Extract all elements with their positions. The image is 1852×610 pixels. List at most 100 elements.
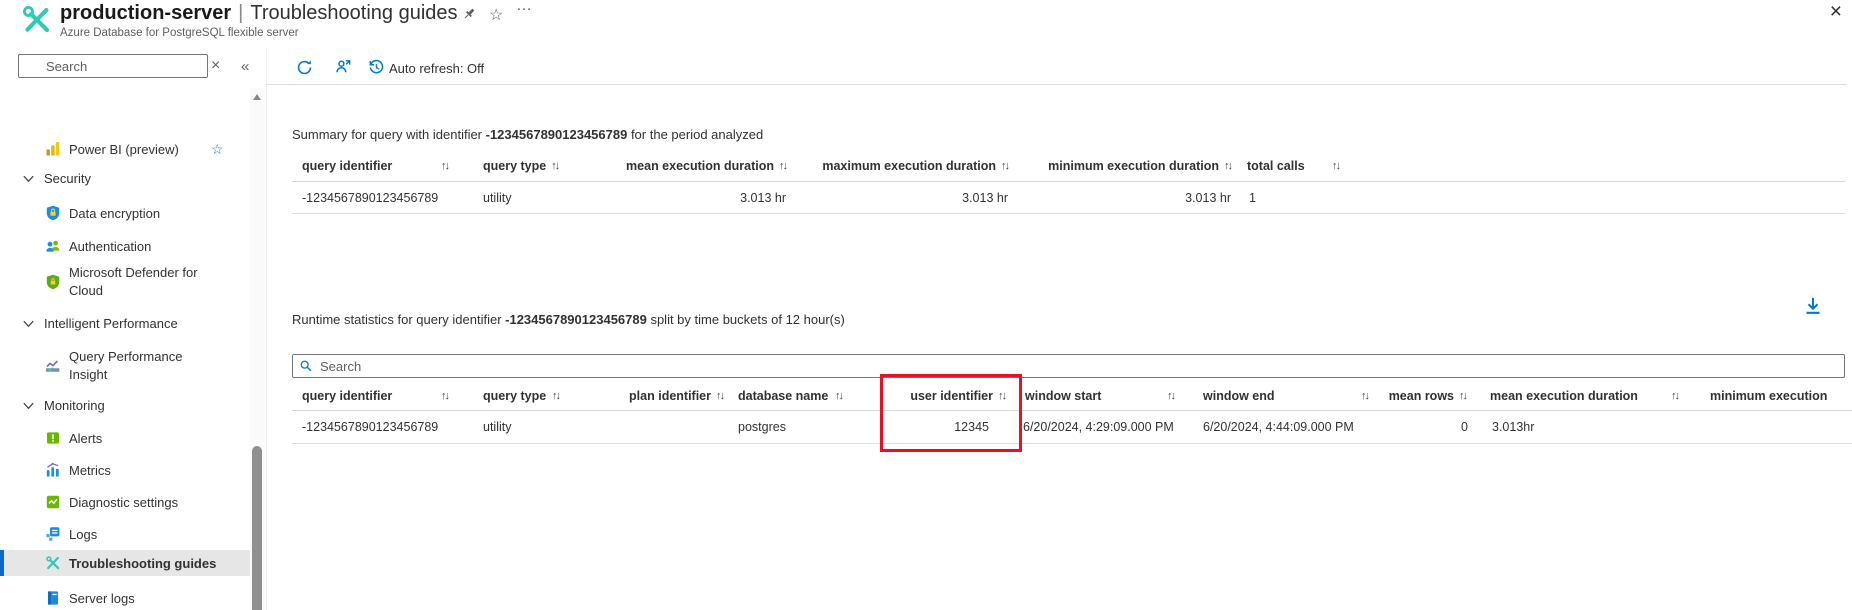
column-header-user-identifier[interactable]: user identifier ↑↓: [860, 382, 1015, 410]
close-icon[interactable]: ×: [1830, 1, 1842, 22]
diagnostic-icon: [45, 494, 61, 510]
pin-icon[interactable]: [461, 6, 477, 26]
column-header-window-start[interactable]: window start ↑↓: [1015, 382, 1190, 410]
sidebar-item-security[interactable]: Security: [0, 165, 250, 191]
column-header-plan-identifier[interactable]: plan identifier ↑↓: [570, 382, 730, 410]
sort-icon[interactable]: ↑↓: [441, 390, 450, 402]
search-icon: [300, 360, 312, 372]
table-header-row: query identifier ↑↓ query type ↑↓ plan ident…: [292, 382, 1852, 411]
clear-search-icon[interactable]: ×: [211, 57, 220, 75]
sort-icon[interactable]: ↑↓: [1001, 160, 1010, 172]
alerts-icon: [45, 430, 61, 446]
ellipsis-icon[interactable]: …: [516, 0, 533, 15]
column-header-label: mean rows: [1388, 389, 1454, 403]
sidebar-item-intelligent-performance[interactable]: Intelligent Performance: [0, 310, 250, 336]
sidebar-item-diagnostic-settings[interactable]: Diagnostic settings: [0, 489, 250, 515]
column-header-label: query identifier: [302, 158, 393, 173]
sort-icon[interactable]: ↑↓: [779, 160, 788, 172]
column-header-minimum-execution[interactable]: minimum execution: [1690, 382, 1852, 410]
column-header-maximum-execution-duration[interactable]: maximum execution duration ↑↓: [792, 150, 1014, 181]
column-header-mean-execution-duration[interactable]: mean execution duration ↑↓: [564, 150, 792, 181]
favorite-star-icon[interactable]: ☆: [211, 141, 224, 158]
sidebar-item-query-performance-insight[interactable]: Query Performance Insight: [0, 346, 250, 386]
column-header-label: minimum execution: [1710, 389, 1828, 403]
sidebar-item-label: Server logs: [69, 590, 135, 606]
column-header-label: query identifier: [302, 389, 393, 403]
sidebar-item-microsoft-defender-for-cloud[interactable]: Microsoft Defender for Cloud: [0, 262, 250, 302]
column-header-label: query type: [483, 158, 547, 173]
sidebar-item-monitoring[interactable]: Monitoring: [0, 392, 250, 418]
column-header-query-identifier[interactable]: query identifier ↑↓: [292, 150, 468, 181]
column-header-minimum-execution-duration[interactable]: minimum execution duration ↑↓: [1014, 150, 1237, 181]
column-header-label: window end: [1203, 389, 1275, 403]
scrollbar-thumb[interactable]: [252, 446, 262, 610]
sort-icon[interactable]: ↑↓: [998, 390, 1007, 402]
cell-query-type: utility: [483, 420, 512, 434]
column-header-label: minimum execution duration: [1048, 158, 1219, 173]
cell-total-calls: 1: [1249, 190, 1256, 205]
sidebar-item-metrics[interactable]: Metrics: [0, 457, 250, 483]
sidebar-group-label: Monitoring: [44, 397, 105, 413]
sidebar-item-data-encryption[interactable]: Data encryption: [0, 200, 250, 226]
sidebar-search-input[interactable]: [18, 54, 208, 78]
resource-menu-sidebar: × « Power BI (preview) ☆ Security Data encr…: [0, 47, 267, 610]
blade-name: Troubleshooting guides: [250, 2, 458, 24]
blade-content: Auto refresh: Off Summary for query with…: [267, 45, 1852, 610]
sidebar-menu: Power BI (preview) ☆ Security Data encrypti…: [0, 88, 250, 610]
column-header-mean-rows[interactable]: mean rows ↑↓: [1380, 382, 1470, 410]
column-header-query-type[interactable]: query type ↑↓: [468, 150, 564, 181]
sort-icon[interactable]: ↑↓: [552, 390, 561, 402]
page-title: production-server | Troubleshooting guides: [60, 2, 458, 24]
sort-icon[interactable]: ↑↓: [716, 390, 725, 402]
feedback-icon[interactable]: [335, 58, 352, 75]
collapse-menu-icon[interactable]: «: [241, 58, 249, 75]
chevron-down-icon[interactable]: [22, 317, 35, 330]
sidebar-item-label: Alerts: [69, 430, 103, 446]
cell-query-identifier: -1234567890123456789: [302, 190, 439, 205]
query-identifier-value: -1234567890123456789: [485, 127, 628, 142]
logs-icon: [45, 526, 61, 542]
sidebar-item-logs[interactable]: Logs: [0, 521, 250, 547]
troubleshooting-icon: [45, 555, 61, 571]
scroll-up-icon[interactable]: [253, 94, 261, 100]
table-row[interactable]: -1234567890123456789 utility postgres 12345…: [292, 411, 1852, 444]
sidebar-item-authentication[interactable]: Authentication: [0, 233, 250, 259]
sidebar-scrollbar[interactable]: [250, 88, 265, 610]
chevron-down-icon[interactable]: [22, 172, 35, 185]
sort-icon[interactable]: ↑↓: [1167, 390, 1176, 402]
sort-icon[interactable]: ↑↓: [1459, 390, 1468, 402]
sidebar-item-label: Logs: [69, 526, 98, 542]
qpi-icon: [45, 358, 61, 374]
sort-icon[interactable]: ↑↓: [835, 390, 844, 402]
sidebar-item-server-logs[interactable]: Server logs: [0, 585, 250, 610]
data-encryption-icon: [45, 205, 61, 221]
table-row[interactable]: -1234567890123456789 utility 3.013 hr 3.013…: [292, 182, 1845, 214]
resource-type-subtitle: Azure Database for PostgreSQL flexible s…: [60, 27, 299, 39]
column-header-mean-execution-duration[interactable]: mean execution duration ↑↓: [1470, 382, 1690, 410]
sort-icon[interactable]: ↑↓: [441, 160, 450, 172]
download-icon[interactable]: [1803, 296, 1823, 316]
column-header-query-type[interactable]: query type ↑↓: [468, 382, 570, 410]
sidebar-item-label: Power BI (preview): [69, 141, 179, 157]
sort-icon[interactable]: ↑↓: [1224, 160, 1233, 172]
cell-maximum-execution-duration: 3.013 hr: [962, 190, 1008, 205]
column-header-query-identifier[interactable]: query identifier ↑↓: [292, 382, 468, 410]
column-header-total-calls[interactable]: total calls ↑↓: [1237, 150, 1347, 181]
sort-icon[interactable]: ↑↓: [1361, 390, 1370, 402]
sidebar-item-troubleshooting-guides[interactable]: Troubleshooting guides: [0, 550, 250, 576]
powerbi-icon: [45, 141, 61, 157]
runtime-table-search-input[interactable]: [292, 354, 1845, 378]
sort-icon[interactable]: ↑↓: [1671, 390, 1680, 402]
troubleshooting-blade-icon: [21, 4, 53, 36]
column-header-database-name[interactable]: database name ↑↓: [730, 382, 860, 410]
refresh-icon[interactable]: [296, 59, 313, 76]
column-header-window-end[interactable]: window end ↑↓: [1190, 382, 1380, 410]
sort-icon[interactable]: ↑↓: [551, 160, 560, 172]
cell-window-end: 6/20/2024, 4:44:09.000 PM: [1203, 420, 1354, 434]
auto-refresh-status[interactable]: Auto refresh: Off: [389, 61, 484, 76]
sort-icon[interactable]: ↑↓: [1332, 160, 1341, 172]
sidebar-item-alerts[interactable]: Alerts: [0, 425, 250, 451]
chevron-down-icon[interactable]: [22, 399, 35, 412]
sidebar-item-power-bi-preview[interactable]: Power BI (preview) ☆: [0, 136, 250, 162]
favorite-star-icon[interactable]: ☆: [489, 5, 503, 25]
